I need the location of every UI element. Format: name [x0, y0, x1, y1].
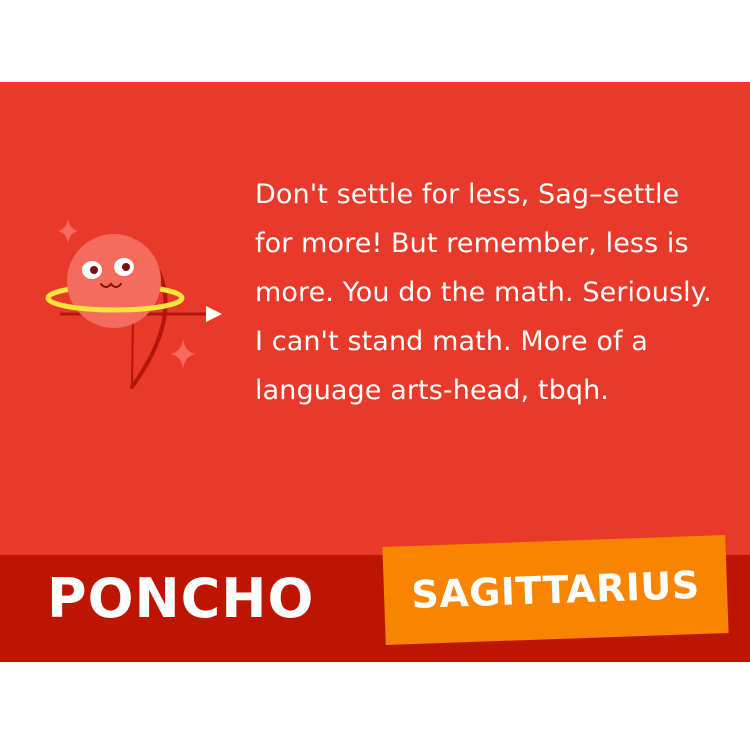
brand-name: PONCHO [47, 567, 315, 630]
planet-mascot-icon [67, 234, 161, 328]
zodiac-sign-badge: SAGITTARIUS [382, 535, 729, 645]
sparkle-icon [58, 218, 78, 244]
zodiac-sign-label: SAGITTARIUS [410, 562, 701, 618]
sagittarius-mascot-illustration [45, 218, 222, 389]
sparkle-icon [170, 338, 196, 370]
horoscope-text: Don't settle for less, Sag–settle for mo… [255, 179, 712, 406]
